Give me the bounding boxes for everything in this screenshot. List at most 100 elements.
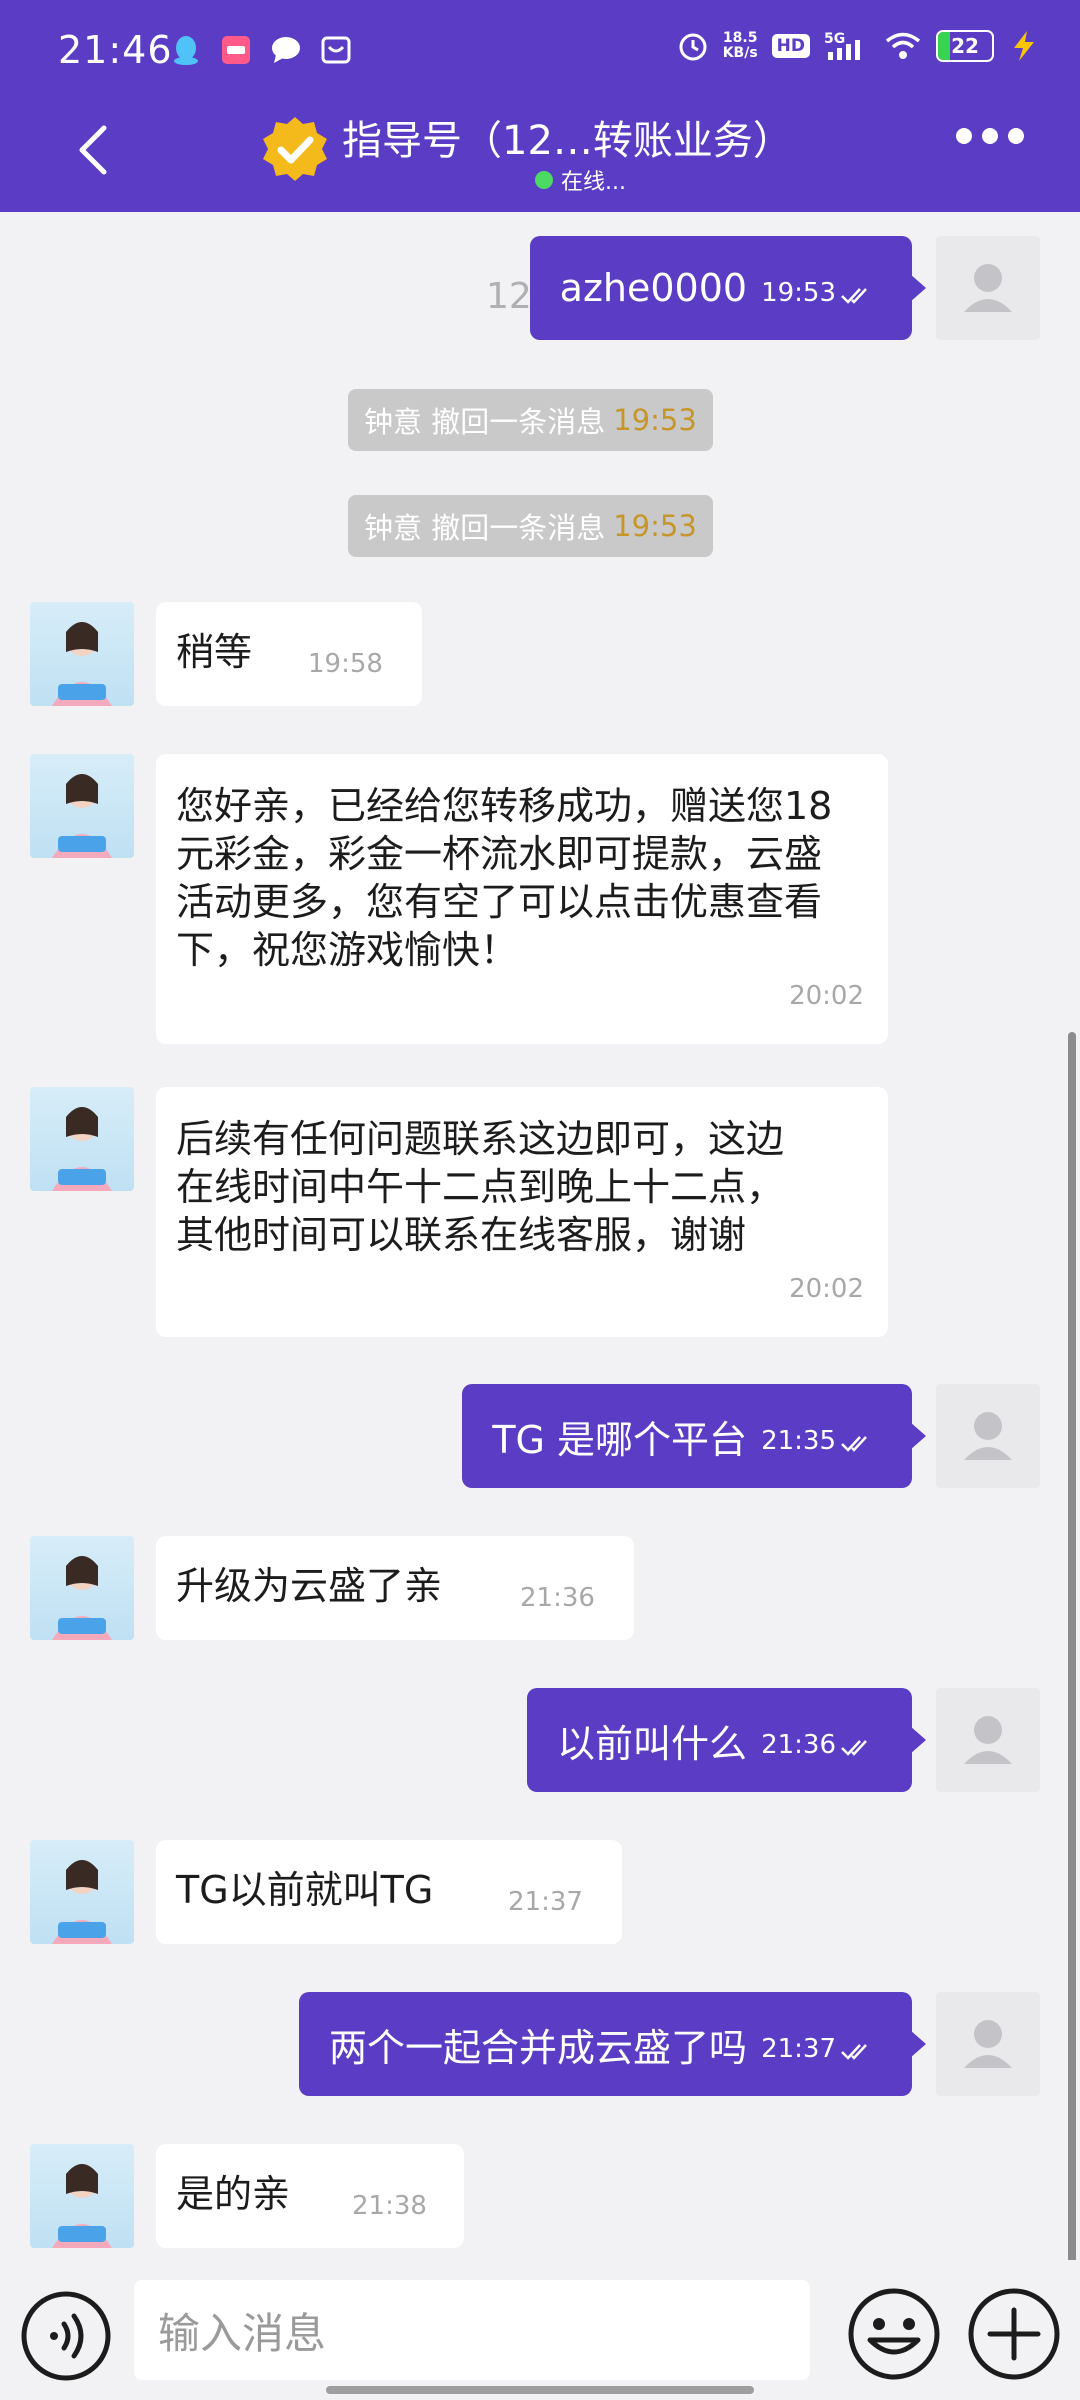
network-speed: 18.5 KB/s xyxy=(723,31,758,61)
message-time: 19:53 xyxy=(761,278,836,308)
default-person-icon xyxy=(964,264,1012,312)
emoji-button[interactable] xyxy=(846,2286,942,2382)
chat-header: 21:46 18.5 KB/s HD 5G 22 指导号（12…转账业务） 在线… xyxy=(0,0,1080,212)
battery-indicator: 22 xyxy=(936,30,994,62)
default-person-icon xyxy=(964,1412,1012,1460)
signal-5g-icon: 5G xyxy=(824,30,870,62)
message-text: TG以前就叫TG xyxy=(176,1868,434,1912)
network-speed-unit: KB/s xyxy=(722,45,758,61)
voice-input-button[interactable] xyxy=(20,2290,112,2382)
message-time: 19:58 xyxy=(308,649,383,679)
message-text: 后续有任何问题联系这边即可，这边在线时间中午十二点到晚上十二点，其他时间可以联系… xyxy=(176,1117,785,1257)
incoming-message[interactable]: 您好亲，已经给您转移成功，赠送您18元彩金，彩金一杯流水即可提款，云盛活动更多，… xyxy=(156,754,888,1044)
message-text: 以前叫什么 xyxy=(557,1721,748,1766)
battery-fill xyxy=(938,32,950,60)
message-time: 21:36 xyxy=(761,1730,836,1760)
store-box-icon xyxy=(320,34,352,66)
status-bar: 21:46 18.5 KB/s HD 5G 22 xyxy=(0,0,1080,105)
back-button[interactable] xyxy=(70,120,118,180)
smiley-icon xyxy=(848,2288,940,2380)
notification-icons xyxy=(170,34,352,66)
message-text: 是的亲 xyxy=(176,2172,291,2216)
system-notice: 钟意 撤回一条消息 19:53 xyxy=(348,495,713,557)
agent-photo-icon xyxy=(52,1556,112,1640)
home-indicator[interactable] xyxy=(326,2386,754,2394)
agent-avatar[interactable] xyxy=(30,1536,134,1640)
agent-avatar[interactable] xyxy=(30,754,134,858)
system-notice: 钟意 撤回一条消息 19:53 xyxy=(348,389,713,451)
incoming-message[interactable]: 是的亲 21:38 xyxy=(156,2144,464,2248)
user-avatar[interactable] xyxy=(936,236,1040,340)
agent-photo-icon xyxy=(52,2164,112,2248)
chat-message-list[interactable]: 12/28 azhe0000 19:53 钟意 撤回一条消息 19:53 钟意 … xyxy=(0,212,1080,2260)
more-dot xyxy=(956,128,972,144)
more-options-button[interactable] xyxy=(956,128,1024,144)
wifi-icon xyxy=(884,30,922,62)
message-text: 升级为云盛了亲 xyxy=(176,1564,443,1608)
read-receipt-icon xyxy=(840,1419,878,1463)
voice-wave-icon xyxy=(21,2291,111,2381)
message-time: 20:02 xyxy=(789,981,864,1011)
notice-time: 19:53 xyxy=(613,403,697,437)
message-time: 20:02 xyxy=(789,1274,864,1304)
qq-penguin-icon xyxy=(170,34,202,66)
message-text: TG 是哪个平台 xyxy=(492,1417,748,1462)
agent-avatar[interactable] xyxy=(30,1840,134,1944)
online-status: 在线... xyxy=(535,164,626,196)
app-badge-icon xyxy=(220,34,252,66)
online-dot-icon xyxy=(535,171,553,189)
message-input[interactable]: 输入消息 xyxy=(134,2280,810,2380)
agent-photo-icon xyxy=(52,774,112,858)
chat-scrollbar[interactable] xyxy=(1068,1032,1076,2260)
outgoing-message[interactable]: 以前叫什么 21:36 xyxy=(527,1688,926,1792)
agent-photo-icon xyxy=(52,622,112,706)
outgoing-message[interactable]: 两个一起合并成云盛了吗 21:37 xyxy=(299,1992,926,2096)
battery-level: 22 xyxy=(951,34,979,58)
default-person-icon xyxy=(964,2020,1012,2068)
message-time: 21:36 xyxy=(520,1583,595,1613)
chevron-left-icon xyxy=(79,125,107,175)
notice-time: 19:53 xyxy=(613,509,697,543)
plus-icon xyxy=(968,2288,1060,2380)
message-time: 21:35 xyxy=(761,1426,836,1456)
agent-photo-icon xyxy=(52,1107,112,1191)
notice-text: 钟意 撤回一条消息 xyxy=(364,511,606,545)
message-text: 您好亲，已经给您转移成功，赠送您18元彩金，彩金一杯流水即可提款，云盛活动更多，… xyxy=(176,784,833,972)
message-input-bar: 输入消息 xyxy=(0,2260,1080,2400)
read-receipt-icon xyxy=(840,2027,878,2071)
message-bubble-icon xyxy=(270,34,302,66)
hd-badge: HD xyxy=(771,34,810,58)
message-time: 21:38 xyxy=(352,2191,427,2221)
outgoing-message[interactable]: azhe0000 19:53 xyxy=(529,236,927,340)
read-receipt-icon xyxy=(840,1723,878,1767)
system-icons: 18.5 KB/s HD 5G 22 xyxy=(677,30,1040,62)
charging-bolt-icon xyxy=(1008,30,1040,62)
agent-avatar[interactable] xyxy=(30,2144,134,2248)
incoming-message[interactable]: TG以前就叫TG 21:37 xyxy=(156,1840,622,1944)
outgoing-message[interactable]: TG 是哪个平台 21:35 xyxy=(462,1384,926,1488)
user-avatar[interactable] xyxy=(936,1688,1040,1792)
default-person-icon xyxy=(964,1716,1012,1764)
incoming-message[interactable]: 稍等 19:58 xyxy=(156,602,422,706)
incoming-message[interactable]: 升级为云盛了亲 21:36 xyxy=(156,1536,634,1640)
chat-title: 指导号（12…转账业务） xyxy=(342,118,793,164)
more-attachments-button[interactable] xyxy=(966,2286,1062,2382)
agent-photo-icon xyxy=(52,1860,112,1944)
incoming-message[interactable]: 后续有任何问题联系这边即可，这边在线时间中午十二点到晚上十二点，其他时间可以联系… xyxy=(156,1087,888,1337)
agent-avatar[interactable] xyxy=(30,602,134,706)
agent-avatar[interactable] xyxy=(30,1087,134,1191)
user-avatar[interactable] xyxy=(936,1992,1040,2096)
message-text: 两个一起合并成云盛了吗 xyxy=(329,2025,748,2070)
status-time: 21:46 xyxy=(58,28,173,72)
message-text: 稍等 xyxy=(176,630,253,674)
online-status-text: 在线... xyxy=(561,170,626,195)
alarm-icon xyxy=(677,30,709,62)
network-speed-value: 18.5 xyxy=(722,30,758,46)
notice-text: 钟意 撤回一条消息 xyxy=(364,405,606,439)
svg-text:5G: 5G xyxy=(824,31,845,47)
message-text: azhe0000 xyxy=(559,266,748,310)
message-time: 21:37 xyxy=(508,1887,583,1917)
more-dot xyxy=(1008,128,1024,144)
message-time: 21:37 xyxy=(761,2034,836,2064)
user-avatar[interactable] xyxy=(936,1384,1040,1488)
